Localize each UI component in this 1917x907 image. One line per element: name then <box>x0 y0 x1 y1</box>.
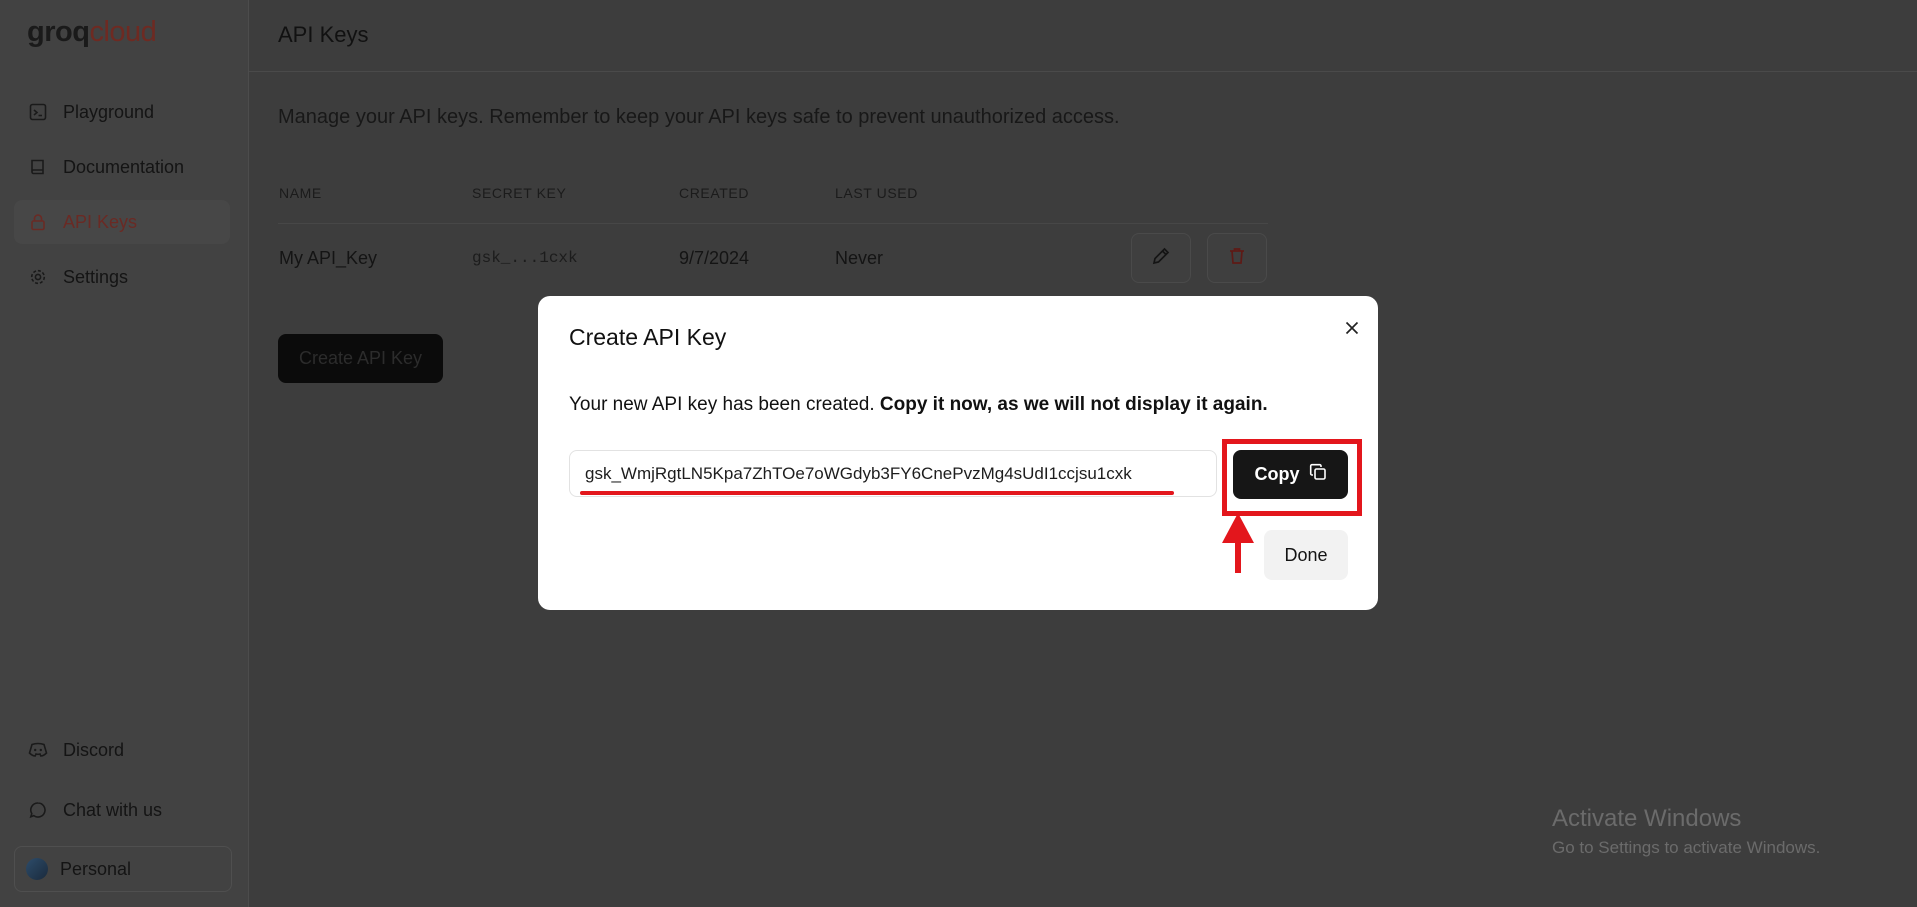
key-name-cell: My API_Key <box>279 248 378 268</box>
top-bar: API Keys <box>249 0 1917 72</box>
close-icon <box>1345 321 1359 340</box>
pencil-icon <box>1151 246 1171 271</box>
sidebar-item-playground[interactable]: Playground <box>14 90 230 134</box>
create-api-key-dialog: Create API Key Your new API key has been… <box>538 296 1378 610</box>
sidebar-item-api-keys[interactable]: API Keys <box>14 200 230 244</box>
table-divider <box>278 223 1268 224</box>
annotation-underline <box>580 491 1174 495</box>
sidebar-item-discord[interactable]: Discord <box>14 728 230 772</box>
sidebar-item-label: Playground <box>63 101 155 122</box>
secret-key-cell: gsk_...1cxk <box>472 249 578 267</box>
page-title: API Keys <box>278 22 369 47</box>
dialog-message: Your new API key has been created. Copy … <box>569 394 1268 416</box>
trash-icon <box>1227 246 1247 271</box>
delete-key-button[interactable] <box>1207 233 1267 283</box>
discord-icon <box>28 740 48 760</box>
avatar <box>26 858 48 880</box>
created-cell: 9/7/2024 <box>679 248 750 268</box>
close-dialog-button[interactable] <box>1338 316 1366 344</box>
groqcloud-logo[interactable]: groqcloud <box>27 16 157 49</box>
edit-key-button[interactable] <box>1131 233 1191 283</box>
copy-icon <box>1309 463 1327 486</box>
sidebar-item-label: Documentation <box>63 156 185 177</box>
copy-button-label: Copy <box>1254 464 1300 484</box>
sidebar-item-chat[interactable]: Chat with us <box>14 788 230 832</box>
account-label: Personal <box>60 858 132 879</box>
book-icon <box>28 157 48 177</box>
api-key-field[interactable] <box>569 450 1217 497</box>
column-header-created: CREATED <box>679 185 750 201</box>
column-header-last-used: LAST USED <box>835 185 918 201</box>
sidebar-item-label: Chat with us <box>63 799 163 820</box>
annotation-arrow-icon <box>1222 513 1254 573</box>
sidebar-item-label: Discord <box>63 739 125 760</box>
sidebar-item-label: Settings <box>63 266 129 287</box>
sidebar-item-label: API Keys <box>63 211 138 232</box>
terminal-icon <box>28 102 48 122</box>
gear-icon <box>28 267 48 287</box>
done-button[interactable]: Done <box>1264 530 1348 580</box>
logo-text-groq: groq <box>27 16 90 48</box>
last-used-cell: Never <box>835 248 884 268</box>
dialog-title: Create API Key <box>569 324 727 350</box>
dialog-message-warning: Copy it now, as we will not display it a… <box>879 394 1268 415</box>
sidebar: groqcloud Playground Documentation API K… <box>0 0 249 907</box>
copy-key-button[interactable]: Copy <box>1233 450 1348 499</box>
sidebar-item-settings[interactable]: Settings <box>14 255 230 299</box>
account-switcher[interactable]: Personal <box>14 846 232 892</box>
create-api-key-button[interactable]: Create API Key <box>278 334 443 383</box>
lock-icon <box>28 212 48 232</box>
windows-activation-subtitle: Go to Settings to activate Windows. <box>1552 838 1821 857</box>
logo-text-cloud: cloud <box>89 16 157 48</box>
sidebar-item-documentation[interactable]: Documentation <box>14 145 230 189</box>
column-header-secret-key: SECRET KEY <box>472 185 567 201</box>
dialog-message-text: Your new API key has been created. <box>569 394 875 415</box>
windows-activation-title: Activate Windows <box>1552 805 1742 832</box>
page-description: Manage your API keys. Remember to keep y… <box>278 106 1120 128</box>
column-header-name: NAME <box>279 185 322 201</box>
chat-bubble-icon <box>28 800 48 820</box>
